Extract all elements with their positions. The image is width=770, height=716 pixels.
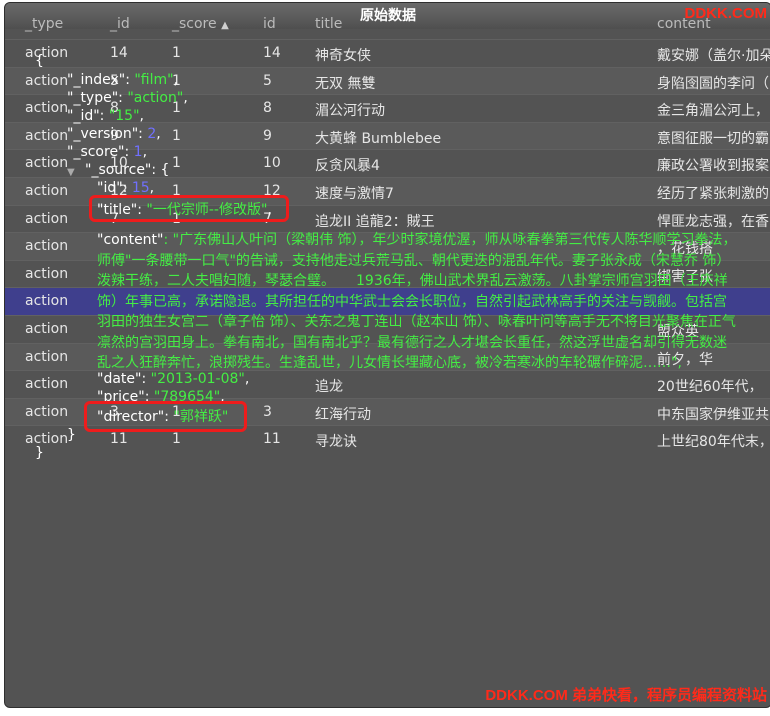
json-line-source: "_source": { [85, 162, 170, 178]
json-value: "15" [108, 108, 140, 124]
collapse-toggle-icon[interactable]: ▼ [67, 167, 75, 178]
json-line-version: "_version": 2, [67, 126, 161, 142]
json-key: "_index" [67, 72, 126, 88]
json-line-date: "date": "2013-01-08", [97, 371, 250, 387]
json-key: "id" [97, 180, 123, 196]
brand-watermark-bottom: DDKK.COM 弟弟快看，程序员编程资料站 [485, 687, 767, 704]
json-key: "_id" [67, 108, 100, 124]
json-key: "_score" [67, 144, 125, 160]
json-close-source: } [67, 427, 76, 443]
highlight-box-director [84, 401, 247, 432]
json-line-content: "content": "广东佛山人叶问（梁朝伟 饰），年少时家境优渥，师从咏春拳… [97, 232, 737, 371]
json-value: 1 [133, 144, 143, 160]
json-line-type: "_type": "action", [67, 90, 188, 106]
json-key: "_type" [67, 90, 119, 106]
json-value: "广东佛山人叶问（梁朝伟 饰），年少时家境优渥，师从咏春拳第三代传人陈华顺学习拳… [97, 232, 737, 371]
json-key: "date" [97, 371, 142, 387]
json-line-source-id: "id": 15, [97, 180, 155, 196]
json-value: "film" [134, 72, 174, 88]
json-line-id: "_id": "15", [67, 108, 144, 124]
highlight-box-title [89, 195, 289, 222]
json-line-score: "_score": 1, [67, 144, 148, 160]
json-viewer: { "_index": "film", "_type": "action", "… [5, 3, 770, 707]
json-line-index: "_index": "film", [67, 72, 179, 88]
json-value: "2013-01-08" [150, 371, 245, 387]
json-open-brace: { [35, 53, 44, 69]
json-value: 15 [131, 180, 150, 196]
json-key: "_source" [85, 162, 152, 178]
json-value: 2 [147, 126, 157, 142]
json-value: "action" [127, 90, 184, 106]
json-close-brace: } [35, 445, 44, 461]
json-key: "content" [97, 232, 164, 248]
json-key: "_version" [67, 126, 139, 142]
raw-data-modal: 原始数据 DDKK.COM _type _id _score ▲ id titl… [4, 2, 770, 708]
